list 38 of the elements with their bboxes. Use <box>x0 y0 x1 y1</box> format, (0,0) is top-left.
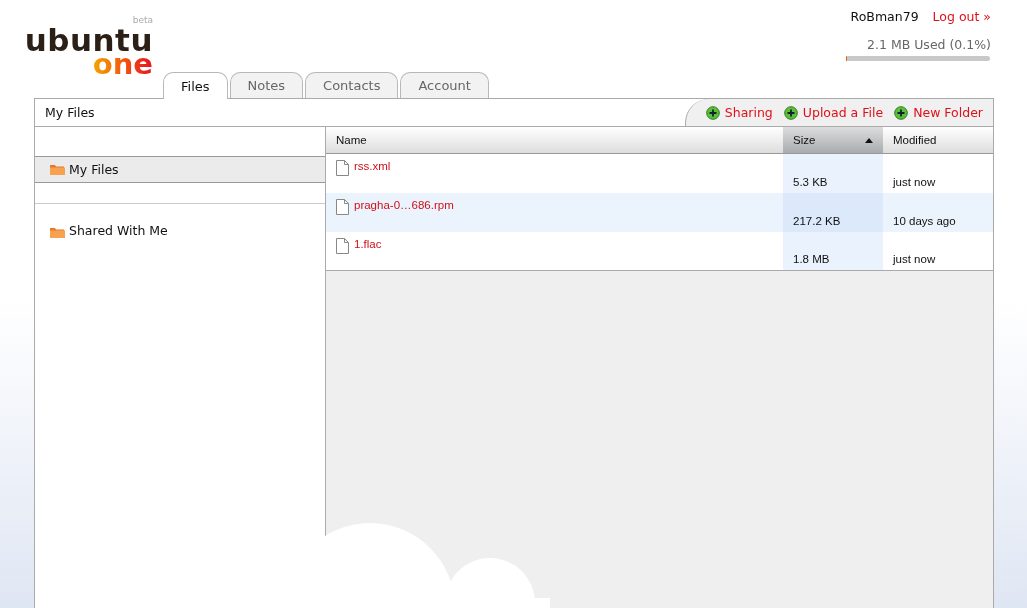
add-icon <box>783 105 798 120</box>
panel-title: My Files <box>44 105 95 120</box>
column-header[interactable]: Name <box>326 127 783 154</box>
table-cell: 5.3 KB <box>783 153 883 193</box>
sidebar-item[interactable]: My Files <box>35 157 325 183</box>
document-icon <box>336 237 349 254</box>
tab[interactable]: Notes <box>229 72 304 98</box>
table-cell: 217.2 KB <box>783 192 883 232</box>
table-cell: just now <box>883 231 993 271</box>
sort-up-icon <box>865 137 873 143</box>
add-icon <box>894 105 909 120</box>
document-icon <box>336 160 349 176</box>
column-header[interactable]: Size <box>783 127 883 154</box>
file-name-link[interactable]: pragha-0…686.rpm <box>336 198 454 215</box>
column-header[interactable]: Modified <box>883 127 993 154</box>
name-cell[interactable]: pragha-0…686.rpm <box>326 192 783 232</box>
tab[interactable]: Files <box>163 72 228 99</box>
file-name-link[interactable]: rss.xml <box>336 160 391 176</box>
folder-icon <box>50 227 65 238</box>
username: RoBman79 <box>850 9 919 24</box>
action-link[interactable]: New Folder <box>894 105 983 120</box>
table-cell: 1.8 MB <box>783 231 883 271</box>
storage-used-text: 2.1 MB Used (0.1%) <box>867 37 991 52</box>
name-cell[interactable]: rss.xml <box>326 153 783 193</box>
beta-label: beta <box>132 16 153 25</box>
action-link[interactable]: Sharing <box>705 105 773 120</box>
action-link[interactable]: Upload a File <box>783 105 884 120</box>
table-cell: just now <box>883 153 993 193</box>
file-name-link[interactable]: 1.flac <box>336 237 382 254</box>
logout-link[interactable]: Log out » <box>932 9 991 24</box>
tab[interactable]: Account <box>400 72 489 98</box>
name-cell[interactable]: 1.flac <box>326 231 783 271</box>
table-cell: 10 days ago <box>883 192 993 232</box>
document-icon <box>336 198 349 215</box>
tab[interactable]: Contacts <box>305 72 399 98</box>
sidebar-item[interactable]: Shared With Me <box>35 204 325 244</box>
add-icon <box>705 105 720 120</box>
folder-icon <box>50 164 65 175</box>
